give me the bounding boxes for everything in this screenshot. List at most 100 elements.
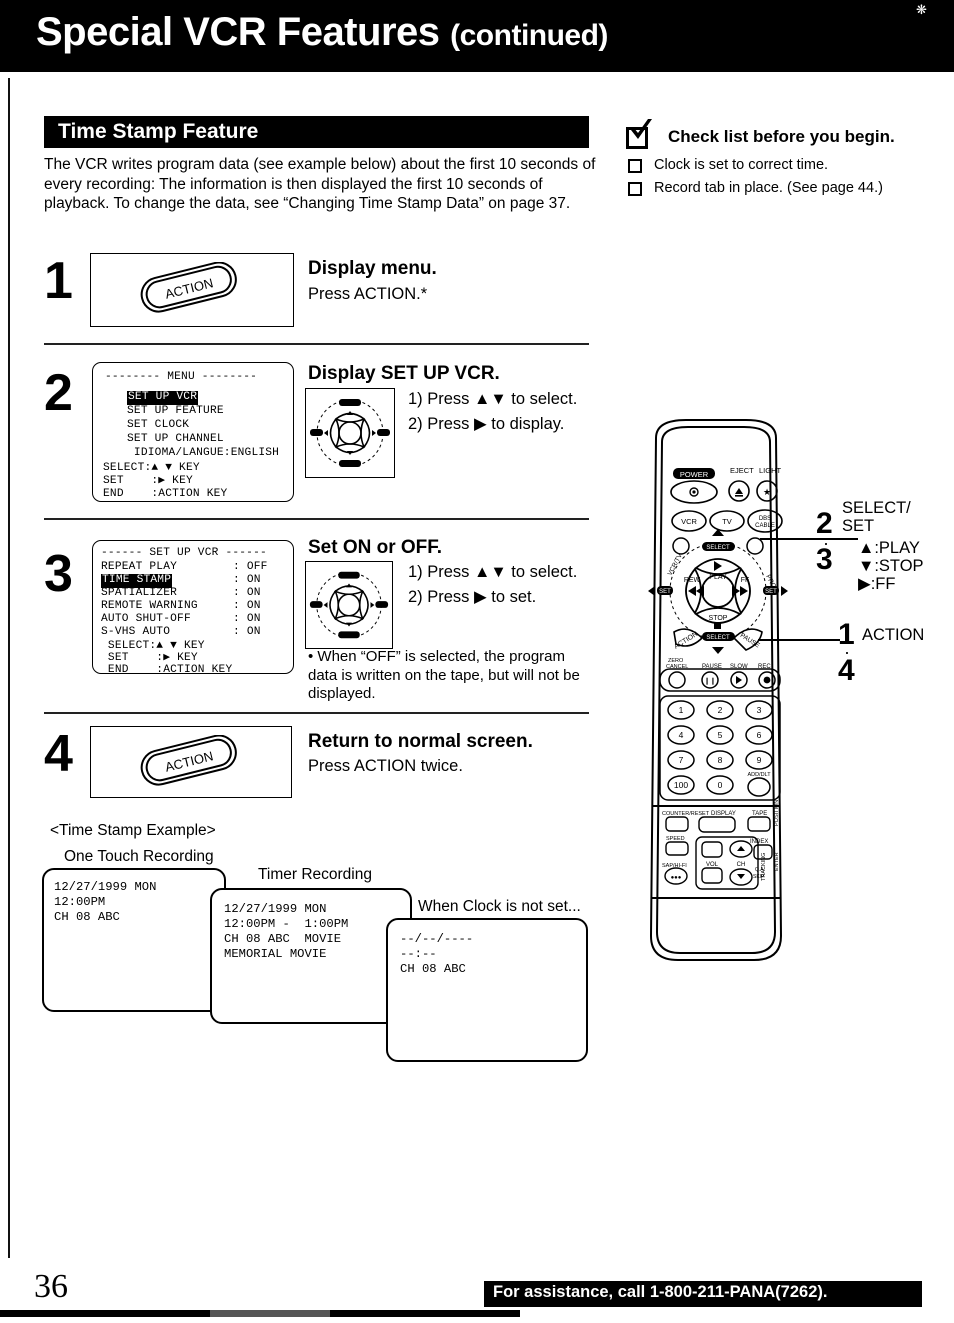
page-number: 36: [34, 1268, 68, 1305]
svg-text:Q.A: Q.A: [755, 867, 764, 873]
example-screen-one-touch: 12/27/1999 MON 12:00PM CH 08 ABC: [42, 868, 226, 1012]
step-number-3: 3: [44, 545, 73, 603]
four-way-pad-icon: [309, 571, 389, 639]
section-title: Time Stamp Feature: [58, 120, 259, 143]
scan-artifact-icon: ❋: [916, 2, 927, 17]
osd-menu-row[interactable]: SET UP CHANNEL: [127, 433, 224, 447]
osd-setup-row[interactable]: AUTO SHUT-OFF: [101, 613, 191, 627]
step-divider: [44, 343, 589, 345]
svg-text:8: 8: [718, 755, 723, 765]
step3-note: • When “OFF” is selected, the program da…: [308, 648, 580, 702]
osd-setup-value: : ON: [233, 587, 261, 599]
osd-setup-footer: END :ACTION KEY: [101, 664, 233, 676]
checklist-heading-row: Check list before you begin.: [626, 119, 946, 154]
callout-leader-line: [760, 538, 858, 540]
osd-setup-title: ------ SET UP VCR ------: [101, 547, 267, 559]
remote-control-diagram: POWER EJECT LIGHT ★ VCR TV DBS CABLE VCR…: [648, 419, 788, 961]
checkbox-empty[interactable]: [628, 159, 642, 173]
step1-text: Press ACTION.*: [308, 285, 428, 303]
callout-title: SELECT/SET: [842, 499, 911, 535]
checklist: Check list before you begin. Clock is se…: [626, 119, 946, 200]
checklist-item-label: Clock is set to correct time.: [654, 157, 829, 173]
remote-control-illustration: POWER EJECT LIGHT ★ VCR TV DBS CABLE VCR…: [626, 416, 806, 976]
svg-text:FF: FF: [741, 577, 750, 584]
osd-menu-row-language[interactable]: IDIOMA/LANGUE:ENGLISH: [127, 447, 279, 461]
page-bottom-rule: [0, 1310, 520, 1317]
example-screen-text: 12/27/1999 MON 12:00PM CH 08 ABC: [54, 880, 157, 924]
example-screen-text: --/--/---- --:-- CH 08 ABC: [400, 932, 474, 976]
svg-text:ACTION: ACTION: [163, 748, 214, 774]
osd-setup-screen: ------ SET UP VCR ------ REPEAT PLAY : O…: [92, 540, 294, 676]
svg-text:0: 0: [718, 780, 723, 790]
svg-text:SELECT: SELECT: [706, 545, 730, 551]
svg-text:LIGHT: LIGHT: [759, 466, 782, 475]
callout-step-4: 4: [838, 654, 855, 687]
svg-text:VCR: VCR: [681, 517, 697, 526]
step4-illustration-panel: ACTION: [90, 726, 292, 798]
osd-menu-footer: SET :▶ KEY: [103, 475, 193, 487]
osd-setup-row[interactable]: REMOTE WARNING: [101, 600, 198, 614]
checkbox-empty[interactable]: [628, 182, 642, 196]
osd-setup-row-selected[interactable]: TIME STAMP: [101, 574, 173, 588]
example-screen-timer: 12/27/1999 MON 12:00PM - 1:00PM CH 08 AB…: [210, 888, 412, 1024]
osd-setup-value: : ON: [233, 600, 261, 612]
osd-setup-row[interactable]: SPATIALIZER: [101, 587, 177, 601]
osd-menu-row[interactable]: SET CLOCK: [127, 419, 189, 433]
example-label-one-touch: One Touch Recording: [64, 848, 214, 865]
svg-text:2: 2: [718, 705, 723, 715]
four-way-pad-icon: [310, 399, 390, 467]
svg-text:SPEED: SPEED: [666, 836, 685, 842]
page-title-main: Special VCR Features: [36, 10, 440, 54]
svg-text:ACTION: ACTION: [163, 275, 214, 301]
svg-text:DISPLAY: DISPLAY: [711, 811, 736, 817]
step3-line1: 1) Press ▲▼ to select.: [408, 563, 578, 581]
svg-text:VOL: VOL: [706, 862, 719, 868]
svg-text:REW: REW: [684, 577, 701, 584]
page-title: Special VCR Features (continued): [36, 10, 608, 55]
svg-text:EJECT: EJECT: [730, 466, 754, 475]
svg-text:4: 4: [679, 730, 684, 740]
step3-line2: 2) Press ▶ to set.: [408, 588, 537, 606]
svg-text:CABLE: CABLE: [755, 523, 775, 529]
step2-line1: 1) Press ▲▼ to select.: [408, 390, 578, 408]
svg-text:5: 5: [718, 730, 723, 740]
checklist-heading: Check list before you begin.: [668, 127, 895, 146]
svg-text:COUNTER/RESET: COUNTER/RESET: [662, 811, 710, 817]
step1-heading: Display menu.: [308, 258, 437, 279]
section-intro-text: The VCR writes program data (see example…: [44, 156, 596, 212]
svg-text:TV: TV: [722, 517, 732, 526]
osd-menu-screen: -------- MENU -------- SET UP VCR SET UP…: [92, 362, 294, 502]
osd-menu-footer: END :ACTION KEY: [103, 488, 228, 500]
svg-text:7: 7: [679, 755, 684, 765]
step-number-2: 2: [44, 364, 73, 422]
step4-text: Press ACTION twice.: [308, 757, 463, 775]
step2-heading: Display SET UP VCR.: [308, 363, 500, 384]
svg-text:●●●: ●●●: [671, 875, 682, 881]
osd-menu-row[interactable]: SET UP FEATURE: [127, 405, 224, 419]
section-title-bar: Time Stamp Feature: [44, 116, 589, 148]
assistance-banner: For assistance, call 1-800-211-PANA(7262…: [484, 1281, 922, 1307]
svg-text:3: 3: [757, 705, 762, 715]
example-title: <Time Stamp Example>: [50, 822, 216, 839]
step1-illustration-panel: ACTION: [90, 253, 294, 327]
svg-text:TAPE: TAPE: [752, 811, 767, 817]
svg-text:INDEX: INDEX: [750, 839, 768, 845]
callout-title: ACTION: [862, 626, 925, 644]
svg-text:100: 100: [674, 780, 688, 790]
osd-setup-value: : ON: [233, 574, 261, 586]
step3-jog-pad-illustration: [305, 561, 393, 649]
svg-text:ADD/DLT: ADD/DLT: [747, 772, 771, 778]
step-number-1: 1: [44, 252, 73, 310]
osd-setup-row[interactable]: REPEAT PLAY: [101, 561, 177, 575]
page-header-band: Special VCR Features (continued) ❋: [0, 0, 954, 72]
page-title-continued: (continued): [450, 19, 608, 52]
svg-text:1: 1: [679, 705, 684, 715]
svg-text:STOP: STOP: [709, 615, 728, 622]
osd-menu-title: -------- MENU --------: [105, 371, 258, 383]
checklist-item: Record tab in place. (See page 44.): [626, 180, 946, 200]
svg-text:CH: CH: [737, 862, 746, 868]
osd-menu-row-selected[interactable]: SET UP VCR: [127, 391, 199, 405]
step-divider: [44, 518, 589, 520]
osd-setup-row[interactable]: S-VHS AUTO: [101, 626, 170, 640]
step4-heading: Return to normal screen.: [308, 731, 533, 752]
